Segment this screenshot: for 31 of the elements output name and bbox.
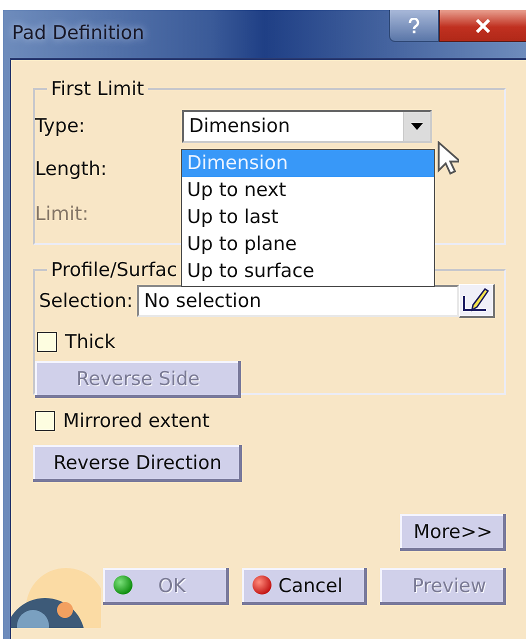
field-label: Length:	[35, 158, 107, 180]
pencil-icon	[461, 286, 492, 314]
more-button[interactable]: More>>	[400, 514, 506, 551]
close-icon	[474, 18, 492, 32]
field-label: Limit:	[35, 202, 89, 224]
field-label: Selection:	[39, 290, 133, 312]
help-icon	[408, 18, 420, 34]
dropdown-option[interactable]: Up to surface	[182, 258, 434, 285]
group-title: Profile/Surfac	[50, 259, 178, 281]
group-title: First Limit	[50, 78, 146, 100]
field-label: Type:	[35, 115, 86, 137]
ball-icon	[113, 575, 133, 595]
help-button[interactable]	[389, 10, 439, 42]
ball-icon	[252, 575, 272, 595]
selection-field[interactable]: No selection	[136, 285, 459, 317]
dropdown-option[interactable]: Up to plane	[182, 231, 434, 258]
dropdown-option[interactable]: Up to next	[182, 177, 434, 204]
close-button[interactable]	[439, 10, 526, 42]
dropdown-button[interactable]	[403, 112, 430, 140]
cursor-icon	[437, 141, 459, 175]
cancel-button[interactable]: Cancel	[242, 568, 368, 605]
checkbox-label: Mirrored extent	[63, 410, 210, 432]
checkbox[interactable]	[37, 332, 57, 352]
reverse-direction-button[interactable]: Reverse Direction	[33, 445, 242, 482]
checkbox-label: Thick	[65, 331, 116, 353]
window-title: Pad Definition	[12, 22, 144, 44]
dropdown-option[interactable]: Up to last	[182, 204, 434, 231]
checkbox[interactable]	[35, 411, 55, 431]
caret-icon	[411, 122, 423, 130]
edit-button[interactable]	[458, 284, 495, 318]
type-dropdown[interactable]: Dimension	[182, 110, 432, 142]
